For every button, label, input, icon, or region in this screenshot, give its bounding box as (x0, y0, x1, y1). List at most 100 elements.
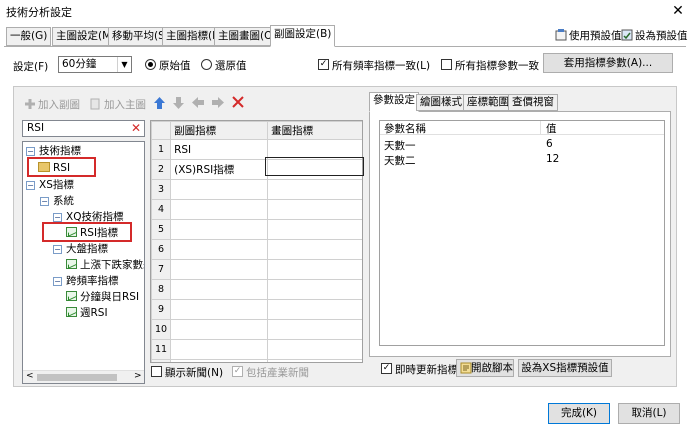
grid-cell-draw[interactable] (267, 359, 362, 362)
search-input[interactable]: RSI (27, 122, 44, 134)
all-freq-checkbox[interactable]: ✓ (318, 59, 329, 70)
tree-scrollbar[interactable]: < > (23, 370, 144, 383)
tab-sub-settings[interactable]: 副圖設定(B) (270, 25, 336, 47)
grid-header-sub: 副圖指標 (170, 121, 269, 140)
grid-row-number: 3 (151, 179, 172, 200)
grid-cell-draw[interactable] (267, 319, 362, 340)
scroll-right-icon[interactable]: > (134, 371, 142, 381)
open-script-button[interactable]: 開啟腳本 (456, 359, 514, 377)
radio-original[interactable] (145, 59, 156, 70)
grid-row[interactable]: 4 (151, 199, 362, 220)
update-now-checkbox[interactable]: ✓ (381, 363, 392, 374)
grid-row[interactable]: 8 (151, 279, 362, 300)
grid-row-number: 10 (151, 319, 172, 340)
scroll-thumb[interactable] (37, 374, 117, 381)
grid-header-draw: 畫圖指標 (267, 121, 362, 140)
move-left-icon[interactable] (191, 96, 205, 113)
use-default-button[interactable]: 使用預設值 (555, 28, 622, 43)
use-default-icon (555, 29, 567, 41)
tree-label: 週RSI (80, 307, 108, 319)
add-main-icon (90, 98, 102, 110)
grid-row-number: 2 (151, 159, 172, 180)
tree-item-system[interactable]: − 系統 (40, 194, 74, 209)
grid-row[interactable]: 7 (151, 259, 362, 280)
grid-cell-sub[interactable] (170, 219, 269, 240)
grid-cell-focus (265, 157, 364, 176)
tab-params[interactable]: 參數設定 (369, 92, 419, 112)
tree-item-updown-rsi[interactable]: 上漲下跌家數差RSI (66, 258, 144, 273)
grid-row[interactable]: 10 (151, 319, 362, 340)
grid-cell-sub[interactable] (170, 299, 269, 320)
grid-row[interactable]: 5 (151, 219, 362, 240)
tab-draw-style[interactable]: 繪圖樣式 (416, 94, 466, 111)
tree-item-cross-freq[interactable]: − 跨頻率指標 (53, 274, 119, 289)
frequency-value: 60分鐘 (62, 58, 97, 70)
grid-cell-draw[interactable] (267, 259, 362, 280)
show-news-checkbox[interactable] (151, 366, 162, 377)
tab-quote-window[interactable]: 查價視窗 (508, 94, 558, 111)
grid-cell-sub[interactable] (170, 179, 269, 200)
search-box[interactable]: RSI ✕ (22, 120, 145, 137)
grid-cell-draw[interactable] (267, 279, 362, 300)
grid-cell-sub[interactable] (170, 359, 269, 362)
collapse-icon[interactable]: − (40, 197, 49, 206)
grid-cell-sub[interactable]: RSI (170, 139, 269, 160)
tab-general[interactable]: 一般(G) (6, 27, 52, 46)
delete-icon[interactable] (232, 96, 244, 112)
tree-item-min-day-rsi[interactable]: 分鐘與日RSI (66, 290, 139, 305)
grid-cell-draw[interactable] (267, 339, 362, 360)
close-icon[interactable]: ✕ (668, 1, 688, 21)
tree-label: 上漲下跌家數差RSI (80, 259, 144, 271)
collapse-icon[interactable]: − (53, 245, 62, 254)
add-main-button[interactable]: 加入主圖 (90, 97, 146, 112)
grid-cell-sub[interactable] (170, 279, 269, 300)
frequency-combo[interactable]: 60分鐘 ▼ (58, 56, 132, 73)
script-icon (460, 362, 472, 379)
tab-axis-range[interactable]: 座標範圍 (463, 94, 513, 111)
grid-row[interactable]: 11 (151, 339, 362, 360)
include-industry-checkbox[interactable]: ✓ (232, 366, 243, 377)
grid-cell-sub[interactable] (170, 239, 269, 260)
param-value-1[interactable]: 6 (546, 138, 553, 150)
grid-cell-draw[interactable] (267, 239, 362, 260)
grid-cell-sub[interactable] (170, 319, 269, 340)
move-up-icon[interactable] (153, 96, 166, 114)
set-xs-default-button[interactable]: 設為XS指標預設值 (518, 359, 612, 377)
apply-params-button[interactable]: 套用指標參數(A)... (543, 53, 673, 73)
collapse-icon[interactable]: − (26, 147, 35, 156)
cancel-button[interactable]: 取消(L) (618, 403, 680, 424)
grid-row[interactable]: 6 (151, 239, 362, 260)
params-header-divider (540, 121, 541, 135)
grid-cell-sub[interactable] (170, 199, 269, 220)
grid-cell-draw[interactable] (267, 199, 362, 220)
grid-row[interactable]: 3 (151, 179, 362, 200)
all-params-checkbox[interactable] (441, 59, 452, 70)
clear-search-icon[interactable]: ✕ (131, 121, 141, 135)
move-down-icon[interactable] (172, 96, 185, 114)
grid-row[interactable]: 9 (151, 299, 362, 320)
tree-item-xs[interactable]: − XS指標 (26, 178, 74, 193)
scroll-left-icon[interactable]: < (26, 371, 34, 381)
grid-cell-sub[interactable]: (XS)RSI指標 (170, 159, 269, 180)
grid-cell-draw[interactable] (267, 179, 362, 200)
show-news-label: 顯示新聞(N) (165, 367, 224, 379)
grid-row[interactable]: 12 (151, 359, 362, 362)
move-right-icon[interactable] (211, 96, 225, 113)
add-sub-button[interactable]: 加入副圖 (24, 97, 80, 112)
param-value-2[interactable]: 12 (546, 153, 559, 165)
grid-cell-sub[interactable] (170, 259, 269, 280)
collapse-icon[interactable]: − (53, 213, 62, 222)
ok-button[interactable]: 完成(K) (548, 403, 610, 424)
collapse-icon[interactable]: − (53, 277, 62, 286)
params-header: 參數名稱 值 (380, 121, 664, 135)
set-default-button[interactable]: 設為預設值 (621, 28, 688, 43)
tree-item-market[interactable]: − 大盤指標 (53, 242, 108, 257)
collapse-icon[interactable]: − (26, 181, 35, 190)
radio-restore-label: 還原值 (215, 60, 247, 72)
grid-cell-sub[interactable] (170, 339, 269, 360)
tree-label: 大盤指標 (66, 243, 108, 255)
grid-cell-draw[interactable] (267, 219, 362, 240)
tree-item-week-rsi[interactable]: 週RSI (66, 306, 108, 321)
radio-restore[interactable] (201, 59, 212, 70)
grid-cell-draw[interactable] (267, 299, 362, 320)
